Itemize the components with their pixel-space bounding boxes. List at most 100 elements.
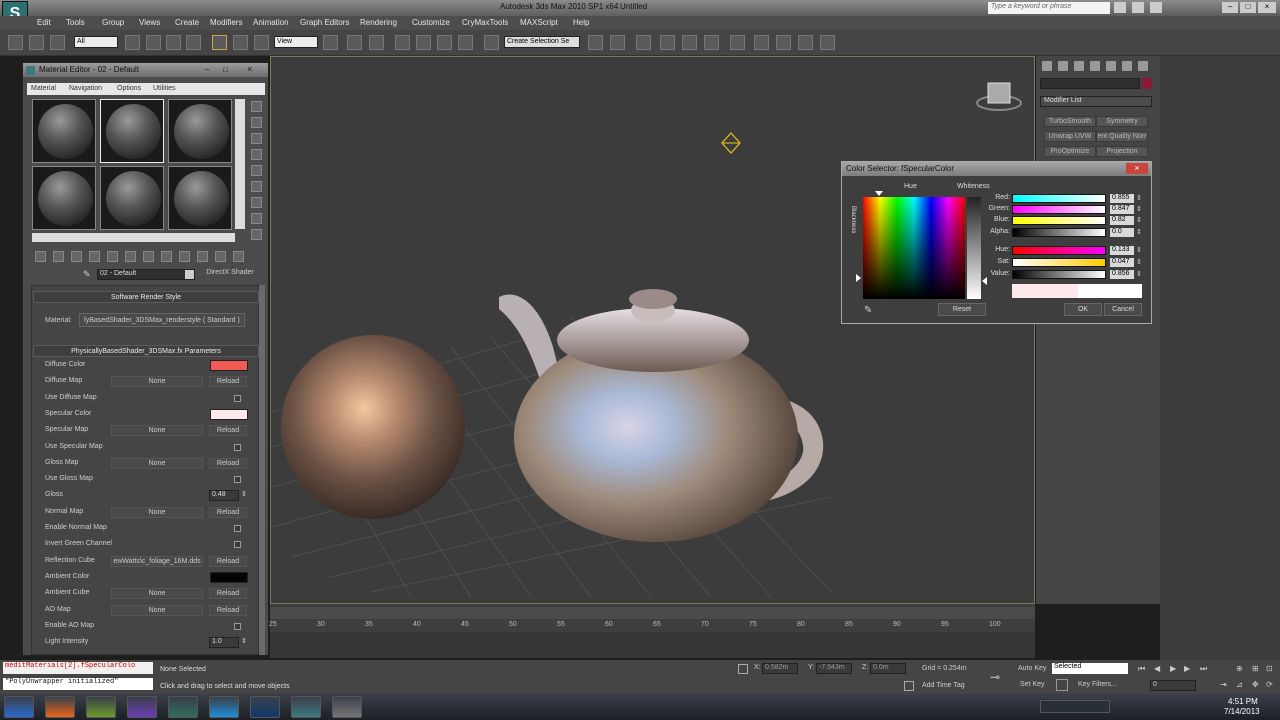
metal-sphere[interactable] — [281, 335, 465, 519]
light-gizmo[interactable] — [721, 132, 741, 154]
channel-slider[interactable] — [1012, 228, 1106, 237]
map-slot-button[interactable]: None — [111, 425, 203, 436]
firefox-icon[interactable] — [45, 696, 75, 718]
options-icon[interactable] — [251, 197, 262, 208]
render-setup-icon[interactable] — [754, 35, 769, 50]
spinner-arrows-icon[interactable]: ⇕ — [1136, 205, 1142, 213]
search-input[interactable]: Type a keyword or phrase — [988, 2, 1110, 14]
star-icon[interactable] — [1132, 2, 1144, 13]
quality-normals-button[interactable]: ent Quality Norr — [1096, 131, 1148, 142]
sample-slot-4[interactable] — [32, 166, 96, 230]
material-editor-icon[interactable] — [730, 35, 745, 50]
material-render-style-button[interactable]: lyBasedShader_3DSMax_renderstyle ( Stand… — [79, 313, 245, 327]
eyedropper-icon[interactable]: ✎ — [864, 305, 872, 316]
link-icon[interactable] — [8, 35, 23, 50]
go-to-parent-icon[interactable] — [215, 251, 226, 262]
help-icon[interactable] — [1150, 2, 1162, 13]
show-map-in-viewport-icon[interactable] — [179, 251, 190, 262]
rollout-pbs-parameters[interactable]: PhysicallyBasedShader_3DSMax.fx Paramete… — [33, 345, 259, 357]
spinner-arrows-icon[interactable]: ⇕ — [1136, 246, 1142, 254]
sample-slot-1[interactable] — [32, 99, 96, 163]
reload-button[interactable]: Reload — [209, 556, 247, 567]
channel-value-field[interactable]: 0.047 — [1110, 258, 1134, 267]
spinner-arrows-icon[interactable]: ⇕ — [1136, 228, 1142, 236]
checkbox[interactable] — [234, 623, 241, 630]
blackness-pointer-icon[interactable] — [856, 274, 861, 282]
menu-create[interactable]: Create — [175, 18, 199, 27]
background-icon[interactable] — [251, 133, 262, 144]
maxscript-listener-line2[interactable]: "PolyUnwrapper initialized" — [3, 678, 153, 690]
ok-button[interactable]: OK — [1064, 303, 1102, 316]
uv-tiling-icon[interactable] — [251, 149, 262, 160]
channel-value-field[interactable]: 0.847 — [1110, 205, 1134, 214]
video-color-check-icon[interactable] — [251, 165, 262, 176]
unwrap-uvw-button[interactable]: Unwrap UVW — [1044, 131, 1096, 142]
angle-snap-icon[interactable] — [416, 35, 431, 50]
make-preview-icon[interactable] — [251, 181, 262, 192]
reset-button[interactable]: Reset — [938, 303, 986, 316]
object-name-field[interactable] — [1040, 78, 1140, 89]
utilities-tab-icon[interactable] — [1122, 61, 1132, 71]
next-frame-icon[interactable]: ▶ — [1184, 664, 1190, 673]
turbosmooth-button[interactable]: TurboSmooth — [1044, 116, 1096, 127]
channel-slider[interactable] — [1012, 258, 1106, 267]
sample-slot-2[interactable] — [100, 99, 164, 163]
schematic-view-icon[interactable] — [704, 35, 719, 50]
menu-edit[interactable]: Edit — [37, 18, 51, 27]
menu-modifiers[interactable]: Modifiers — [210, 18, 242, 27]
mirror-icon[interactable] — [588, 35, 603, 50]
select-object-icon[interactable] — [125, 35, 140, 50]
checkbox[interactable] — [234, 395, 241, 402]
select-manipulate-icon[interactable] — [347, 35, 362, 50]
spinner-arrows-icon[interactable]: ⇕ — [1136, 194, 1142, 202]
map-slot-button[interactable]: ewWatts\c_foliage_16M.dds — [111, 556, 203, 567]
make-copy-icon[interactable] — [107, 251, 118, 262]
keyboard-shortcut-icon[interactable] — [369, 35, 384, 50]
modifier-list-dropdown[interactable]: Modifier List — [1040, 96, 1152, 107]
hue-blackness-picker[interactable] — [863, 197, 965, 299]
time-tag-icon[interactable] — [904, 681, 914, 691]
parameters-scrollbar[interactable] — [259, 285, 265, 655]
photoshop-icon[interactable] — [250, 696, 280, 718]
rendered-frame-icon[interactable] — [776, 35, 791, 50]
spinner-arrows-icon[interactable]: ⇕ — [241, 490, 247, 498]
channel-slider[interactable] — [1012, 216, 1106, 225]
object-color-swatch[interactable] — [1142, 78, 1152, 89]
reload-button[interactable]: Reload — [209, 588, 247, 599]
sample-slot-3[interactable] — [168, 99, 232, 163]
menu-tools[interactable]: Tools — [66, 18, 85, 27]
motion-tab-icon[interactable] — [1090, 61, 1100, 71]
set-key-icon[interactable] — [1056, 679, 1068, 691]
display-tab-icon[interactable] — [1106, 61, 1116, 71]
get-material-icon[interactable] — [35, 251, 46, 262]
assign-to-selection-icon[interactable] — [71, 251, 82, 262]
chevron-down-icon[interactable] — [185, 270, 194, 279]
time-slider-track[interactable] — [270, 607, 1035, 619]
rotate-icon[interactable] — [233, 35, 248, 50]
media-controls[interactable] — [1040, 700, 1110, 713]
lock-selection-icon[interactable] — [738, 664, 748, 674]
whiteness-pointer-icon[interactable] — [982, 277, 987, 285]
create-tab-icon[interactable] — [1042, 61, 1052, 71]
zoom-all-icon[interactable]: ⊞ — [1252, 664, 1259, 673]
sample-type-icon[interactable] — [251, 101, 262, 112]
sample-slot-6[interactable] — [168, 166, 232, 230]
key-mode-toggle-icon[interactable]: ⇥ — [1220, 680, 1227, 689]
menu-help[interactable]: Help — [573, 18, 589, 27]
prooptimize-button[interactable]: ProOptimize — [1044, 146, 1096, 157]
map-slot-button[interactable]: None — [111, 376, 203, 387]
3dsmax-taskbar-icon[interactable] — [291, 696, 321, 718]
go-to-end-icon[interactable]: ⏭ — [1200, 664, 1207, 674]
auto-key-button[interactable]: Auto Key — [1018, 665, 1046, 672]
channel-value-field[interactable]: 0.133 — [1110, 246, 1134, 255]
selection-filter-dropdown[interactable]: All — [74, 36, 118, 48]
show-end-result-icon[interactable] — [197, 251, 208, 262]
rect-selection-icon[interactable] — [166, 35, 181, 50]
track-bar[interactable]: 25 30 35 40 45 50 55 60 65 70 75 80 85 90 95 100 — [269, 621, 1035, 658]
map-slot-button[interactable]: None — [111, 588, 203, 599]
viewcube-icon[interactable] — [976, 82, 1022, 111]
layer-manager-icon[interactable] — [636, 35, 651, 50]
menu-views[interactable]: Views — [139, 18, 160, 27]
rollout-software-render-style[interactable]: Software Render Style — [33, 291, 259, 303]
color-swatch[interactable] — [210, 409, 248, 420]
